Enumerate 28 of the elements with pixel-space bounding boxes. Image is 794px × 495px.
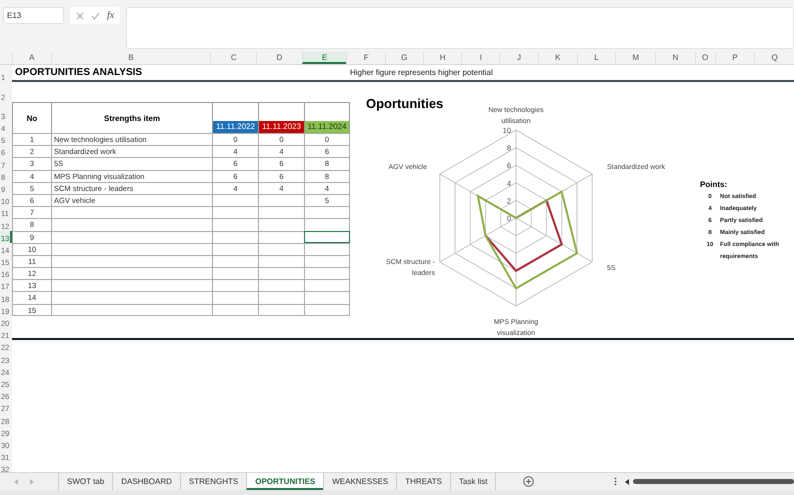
- date-header: 11.11.2023: [259, 121, 304, 133]
- column-header[interactable]: B: [50, 52, 210, 64]
- sheet-title: OPORTUNITIES ANALYSIS: [14, 67, 142, 78]
- column-header[interactable]: G: [385, 52, 423, 64]
- column-header[interactable]: L: [576, 52, 616, 64]
- sheet-note: Higher figure represents higher potential: [350, 68, 493, 77]
- column-header[interactable]: O: [694, 52, 715, 64]
- sheet-tab[interactable]: OPORTUNITIES: [246, 473, 324, 490]
- column-header[interactable]: P: [714, 52, 754, 64]
- column-header[interactable]: J: [499, 52, 538, 64]
- table-header: No: [12, 102, 51, 133]
- column-header[interactable]: K: [538, 52, 577, 64]
- column-header[interactable]: I: [461, 52, 500, 64]
- column-header[interactable]: F: [346, 52, 386, 64]
- date-header: 11.11.2024: [305, 121, 349, 133]
- table-header: Strengths item: [51, 102, 212, 133]
- column-header[interactable]: E: [302, 52, 346, 64]
- column-header[interactable]: C: [210, 52, 256, 64]
- insert-function-button[interactable]: fx: [107, 10, 114, 21]
- date-header: 11.11.2022: [213, 121, 258, 133]
- column-header[interactable]: M: [615, 52, 656, 64]
- column-header[interactable]: A: [12, 52, 51, 64]
- chart-title: Oportunities: [366, 96, 444, 111]
- column-header[interactable]: H: [422, 52, 462, 64]
- column-header[interactable]: N: [655, 52, 695, 64]
- column-header[interactable]: Q: [754, 52, 794, 64]
- legend-title: Points:: [700, 180, 728, 189]
- name-box[interactable]: E13: [3, 7, 64, 24]
